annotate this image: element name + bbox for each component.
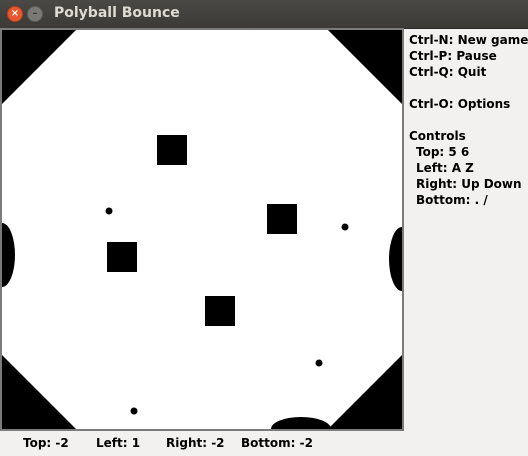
ball: [315, 359, 323, 367]
help-panel: Ctrl-N: New game Ctrl-P: Pause Ctrl-Q: Q…: [409, 32, 528, 208]
ball: [105, 207, 113, 215]
obstacle-block: [107, 242, 137, 272]
ball: [341, 223, 349, 231]
controls-heading: Controls: [409, 129, 466, 143]
obstacle-block: [205, 296, 235, 326]
corner-wall-top-left: [2, 30, 76, 104]
pause-shortcut: Ctrl-P: Pause: [409, 49, 497, 63]
controls-left: Left: A Z: [416, 161, 474, 175]
quit-shortcut: Ctrl-Q: Quit: [409, 65, 487, 79]
score-bottom: Bottom: -2: [241, 436, 313, 450]
bottom-paddle: [271, 417, 331, 429]
ball: [130, 407, 138, 415]
minimize-icon[interactable]: –: [27, 6, 43, 22]
controls-right: Right: Up Down: [416, 177, 522, 191]
options-shortcut: Ctrl-O: Options: [409, 97, 511, 111]
game-field[interactable]: [2, 30, 402, 429]
title-bar: × – Polyball Bounce: [0, 0, 528, 29]
game-board[interactable]: [0, 28, 404, 431]
obstacle-block: [157, 135, 187, 165]
corner-wall-bottom-left: [2, 355, 76, 429]
score-right: Right: -2: [166, 436, 225, 450]
window-title: Polyball Bounce: [54, 5, 180, 21]
obstacle-block: [267, 204, 297, 234]
controls-bottom: Bottom: . /: [416, 193, 488, 207]
corner-wall-top-right: [328, 30, 402, 104]
controls-top: Top: 5 6: [416, 145, 470, 159]
right-paddle: [389, 227, 402, 291]
close-icon[interactable]: ×: [7, 6, 23, 22]
corner-wall-bottom-right: [328, 355, 402, 429]
new-game-shortcut: Ctrl-N: New game: [409, 33, 528, 47]
left-paddle: [2, 223, 15, 287]
score-left: Left: 1: [96, 436, 141, 450]
score-top: Top: -2: [23, 436, 69, 450]
